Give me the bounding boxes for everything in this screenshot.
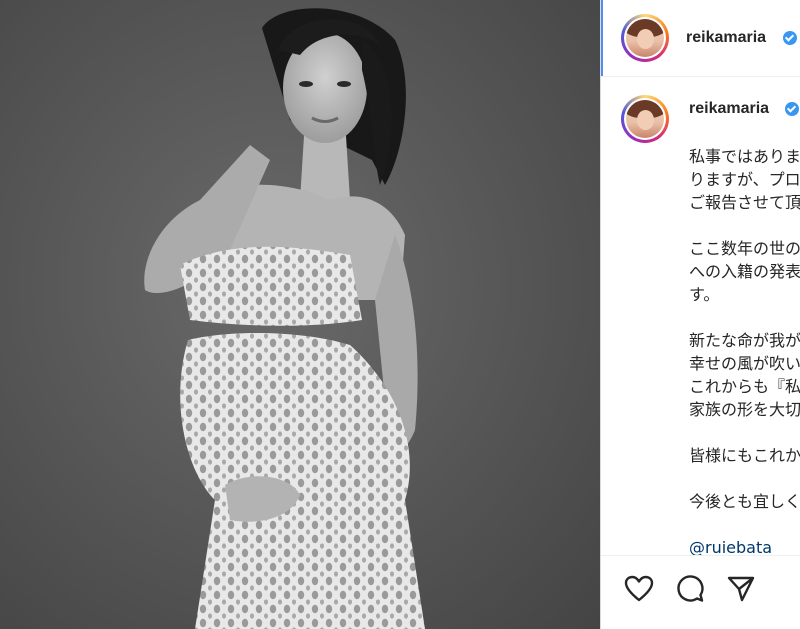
post-header: reikamaria (601, 0, 800, 77)
caption-line: 家族の形を大切 (689, 400, 800, 419)
caption-line: 私事ではありま (689, 147, 800, 166)
avatar-ring-inner (624, 98, 666, 140)
verified-badge-icon (783, 31, 797, 45)
caption-line: 皆様にもこれか (689, 446, 800, 465)
post-sidebar: reikamaria reikamaria 私事ではありま りますが、プロ ご報… (600, 0, 800, 629)
caption-author-avatar[interactable] (621, 95, 669, 143)
caption-line: への入籍の発表 (689, 262, 800, 281)
avatar-face (637, 110, 654, 130)
maternity-photo-illustration (144, 8, 425, 629)
caption-line: 幸せの風が吹い (689, 354, 800, 373)
post-actions (601, 556, 800, 629)
caption-line: りますが、プロ (689, 170, 800, 189)
comment-button[interactable] (674, 573, 706, 605)
avatar-face (637, 29, 654, 49)
heart-icon (624, 575, 654, 602)
author-avatar[interactable] (621, 14, 669, 62)
like-button[interactable] (623, 573, 655, 605)
caption-line: 新たな命が我が (689, 331, 800, 350)
verified-badge-icon (785, 102, 799, 116)
paper-plane-icon (727, 576, 755, 602)
avatar-ring-inner (624, 17, 666, 59)
caption-line: 今後とも宜しく (689, 492, 800, 511)
caption-line: これからも『私 (689, 377, 800, 396)
comment-bubble-icon (677, 575, 704, 602)
post-photo[interactable] (0, 0, 600, 629)
avatar-photo (626, 19, 664, 57)
caption-author-username[interactable]: reikamaria (689, 100, 769, 118)
avatar-photo (626, 100, 664, 138)
author-username[interactable]: reikamaria (686, 29, 766, 47)
caption-line: ご報告させて頂 (689, 193, 800, 212)
caption-line: す。 (689, 285, 720, 304)
caption-line: ここ数年の世の (689, 239, 800, 258)
share-button[interactable] (725, 573, 757, 605)
